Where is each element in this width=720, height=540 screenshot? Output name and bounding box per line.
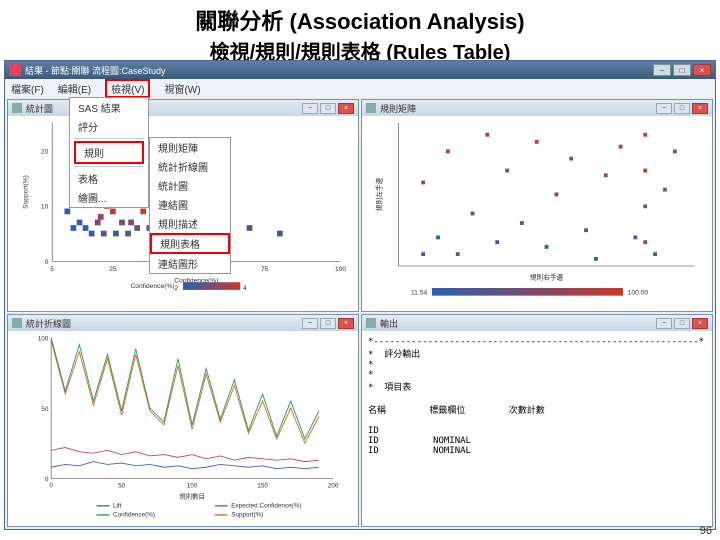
svg-text:Confidence(%): Confidence(%) <box>130 283 174 290</box>
panel-icon <box>12 318 22 328</box>
svg-text:Expected Confidence(%): Expected Confidence(%) <box>231 503 301 510</box>
svg-text:100: 100 <box>38 335 49 342</box>
svg-text:規則右手邊: 規則右手邊 <box>530 272 564 281</box>
svg-text:100: 100 <box>187 483 198 490</box>
svg-text:50: 50 <box>41 406 49 413</box>
p4-max[interactable]: □ <box>674 318 690 329</box>
dd-sub-desc[interactable]: 規則描述 <box>150 214 230 233</box>
p4-min[interactable]: − <box>656 318 672 329</box>
svg-text:5: 5 <box>50 266 54 273</box>
p4-close[interactable]: × <box>692 318 708 329</box>
svg-text:100: 100 <box>335 266 346 273</box>
menubar: 檔案(F) 編輯(E) 檢視(V) 視窗(W) <box>5 79 715 97</box>
p3-close[interactable]: × <box>338 318 354 329</box>
dd-sub-matrix[interactable]: 規則矩陣 <box>150 138 230 157</box>
p2-max[interactable]: □ <box>674 103 690 114</box>
dd-item-plot[interactable]: 繪圖... <box>70 188 148 207</box>
svg-text:Support(%): Support(%) <box>22 175 29 209</box>
rules-submenu: 規則矩陣 統計折線圖 統計圖 連結圖 規則描述 規則表格 連結圖形 <box>149 137 231 274</box>
svg-text:規則數目: 規則數目 <box>179 492 204 501</box>
panel-stat-line: 統計折線圖 − □ × 0 50 100 150 200 0 50 100 規則數目 Lift Ex… <box>7 314 359 527</box>
window-buttons: − □ × <box>653 64 711 76</box>
panel2-title: 規則矩陣 <box>380 102 416 115</box>
svg-text:150: 150 <box>257 483 268 490</box>
menu-view[interactable]: 檢視(V) <box>105 79 150 98</box>
dd-sub-stat[interactable]: 統計圖 <box>150 176 230 195</box>
svg-text:2: 2 <box>175 285 179 292</box>
panel4-title: 輸出 <box>380 317 398 330</box>
window-title: 結果 - 節點:關聯 流程圖:CaseStudy <box>25 64 166 77</box>
dd-sub-linkgraph[interactable]: 連結圖形 <box>150 254 230 273</box>
p2-close[interactable]: × <box>692 103 708 114</box>
panel-icon <box>12 103 22 113</box>
svg-text:50: 50 <box>118 483 126 490</box>
dd-item-rules[interactable]: 規則 <box>74 141 144 164</box>
p1-close[interactable]: × <box>338 103 354 114</box>
svg-text:10: 10 <box>41 204 49 211</box>
dd-separator2 <box>74 166 144 167</box>
dd-sub-line[interactable]: 統計折線圖 <box>150 157 230 176</box>
svg-text:100.00: 100.00 <box>628 290 649 297</box>
dd-item-table[interactable]: 表格 <box>70 169 148 188</box>
p2-min[interactable]: − <box>656 103 672 114</box>
svg-text:0: 0 <box>45 476 49 483</box>
svg-text:200: 200 <box>328 483 339 490</box>
line-plot-area[interactable]: 0 50 100 150 200 0 50 100 規則數目 Lift Expected Confi… <box>10 333 356 524</box>
menu-edit[interactable]: 編輯(E) <box>58 81 91 96</box>
dd-item-score[interactable]: 評分 <box>70 117 148 136</box>
dd-separator <box>74 138 144 139</box>
dd-sub-link[interactable]: 連結圖 <box>150 195 230 214</box>
svg-text:75: 75 <box>261 266 269 273</box>
slide-page-number: 96 <box>700 525 712 537</box>
p3-min[interactable]: − <box>302 318 318 329</box>
svg-text:4: 4 <box>243 285 247 292</box>
panel3-title: 統計折線圖 <box>26 317 71 330</box>
svg-text:25: 25 <box>109 266 117 273</box>
svg-text:20: 20 <box>41 148 49 155</box>
dd-sub-rulestable[interactable]: 規則表格 <box>150 233 230 254</box>
output-text[interactable]: *---------------------------------------… <box>364 333 710 524</box>
menu-window[interactable]: 視窗(W) <box>164 81 200 96</box>
title-line1: 關聯分析 (Association Analysis) <box>0 4 720 36</box>
svg-text:0: 0 <box>49 483 53 490</box>
svg-text:Lift: Lift <box>113 503 122 510</box>
svg-text:規則左手邊: 規則左手邊 <box>374 177 383 211</box>
svg-text:Support(%): Support(%) <box>231 512 263 519</box>
maximize-button[interactable]: □ <box>673 64 691 76</box>
panel-icon <box>366 103 376 113</box>
view-dropdown: SAS 結果 評分 規則 表格 繪圖... <box>69 97 149 208</box>
svg-text:11.54: 11.54 <box>411 290 427 297</box>
panel-output: 輸出 − □ × *------------------------------… <box>361 314 713 527</box>
matrix-plot-area[interactable]: 規則右手邊 規則左手邊 11.54 100.00 <box>364 118 710 309</box>
menu-file[interactable]: 檔案(F) <box>11 81 44 96</box>
app-icon <box>9 64 21 76</box>
p1-max[interactable]: □ <box>320 103 336 114</box>
titlebar: 結果 - 節點:關聯 流程圖:CaseStudy − □ × <box>5 61 715 79</box>
panel-icon <box>366 318 376 328</box>
svg-text:Confidence(%): Confidence(%) <box>113 512 155 519</box>
svg-text:0: 0 <box>45 259 49 266</box>
panel-rule-matrix: 規則矩陣 − □ × 規則右手邊 規則左手邊 11.54 100.00 <box>361 99 713 312</box>
p1-min[interactable]: − <box>302 103 318 114</box>
minimize-button[interactable]: − <box>653 64 671 76</box>
close-button[interactable]: × <box>693 64 711 76</box>
p3-max[interactable]: □ <box>320 318 336 329</box>
slide-title: 關聯分析 (Association Analysis) 檢視/規則/規則表格 (… <box>0 0 720 67</box>
dd-item-sas[interactable]: SAS 結果 <box>70 98 148 117</box>
app-window: 結果 - 節點:關聯 流程圖:CaseStudy − □ × 檔案(F) 編輯(… <box>4 60 716 530</box>
panel1-title: 統計圖 <box>26 102 53 115</box>
